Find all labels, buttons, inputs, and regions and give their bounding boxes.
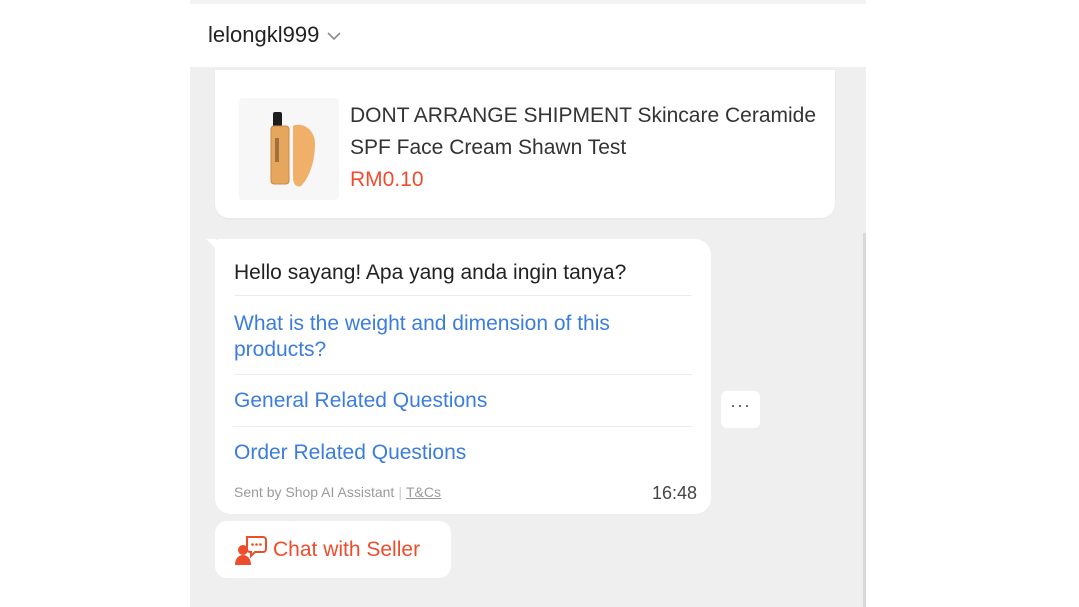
shop-name: lelongkl999 xyxy=(208,22,320,47)
chat-header: lelongkl999 xyxy=(190,0,866,67)
sent-by-text: Sent by Shop AI Assistant xyxy=(234,484,395,500)
divider xyxy=(234,426,692,427)
divider xyxy=(234,374,692,375)
question-order[interactable]: Order Related Questions xyxy=(234,440,684,466)
tnc-link[interactable]: T&Cs xyxy=(406,484,441,500)
greeting-text: Hello sayang! Apa yang anda ingin tanya? xyxy=(234,261,627,284)
more-horizontal-icon: ··· xyxy=(730,395,751,415)
question-general[interactable]: General Related Questions xyxy=(234,388,684,414)
product-image xyxy=(239,98,339,200)
shop-name-dropdown[interactable]: lelongkl999 xyxy=(208,22,341,48)
scrollbar[interactable] xyxy=(863,233,866,607)
chat-panel: lelongkl999 DONT ARRANGE SHIPMENT Skinca… xyxy=(190,0,866,607)
product-title: DONT ARRANGE SHIPMENT Skincare Ceramide … xyxy=(350,104,817,159)
sent-by-note: Sent by Shop AI Assistant | T&Cs xyxy=(234,484,441,500)
chat-person-icon xyxy=(235,535,267,565)
chevron-down-icon xyxy=(327,28,341,44)
product-card[interactable]: DONT ARRANGE SHIPMENT Skincare Ceramide … xyxy=(215,70,835,218)
chat-with-seller-button[interactable]: Chat with Seller xyxy=(215,521,451,578)
message-time: 16:48 xyxy=(651,483,697,503)
product-price: RM0.10 xyxy=(350,168,424,191)
chat-with-seller-label: Chat with Seller xyxy=(273,537,421,561)
question-weight-dimension[interactable]: What is the weight and dimension of this… xyxy=(234,311,684,363)
more-options-button[interactable]: ··· xyxy=(721,391,760,428)
foundation-bottle-icon xyxy=(270,112,315,187)
ai-message-bubble: Hello sayang! Apa yang anda ingin tanya?… xyxy=(206,239,711,514)
divider xyxy=(234,295,692,296)
